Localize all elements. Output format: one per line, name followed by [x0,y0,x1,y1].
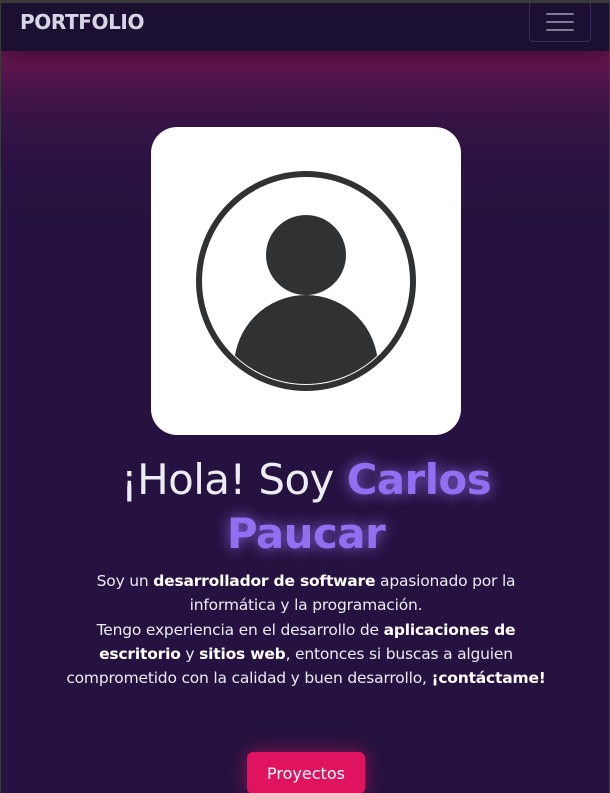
bio-text: y [180,644,200,663]
hero-bio: Soy un desarrollador de software apasion… [61,569,551,690]
hero-title: ¡Hola! Soy Carlos Paucar [41,453,571,561]
navbar: PORTFOLIO [1,3,609,51]
bio-highlight: desarrollador de software [153,572,376,590]
bio-highlight: sitios web [199,644,286,663]
hero-section: ¡Hola! Soy Carlos Paucar Soy un desarrol… [1,51,609,793]
avatar-card [151,127,461,435]
contact-cta: ¡contáctame! [431,669,546,688]
menu-toggle-button[interactable] [529,3,591,42]
brand-logo[interactable]: PORTFOLIO [20,10,144,34]
bio-text: Tengo experiencia en el desarrollo de [96,620,384,639]
user-avatar-icon [196,171,416,391]
bio-text: Soy un [96,572,154,590]
projects-button[interactable]: Proyectos [247,752,365,793]
greeting-text: ¡Hola! Soy [120,455,347,504]
page-frame: PORTFOLIO ¡Hola! Soy Carlos Paucar Soy u… [0,0,610,793]
hamburger-menu-icon [546,12,574,31]
